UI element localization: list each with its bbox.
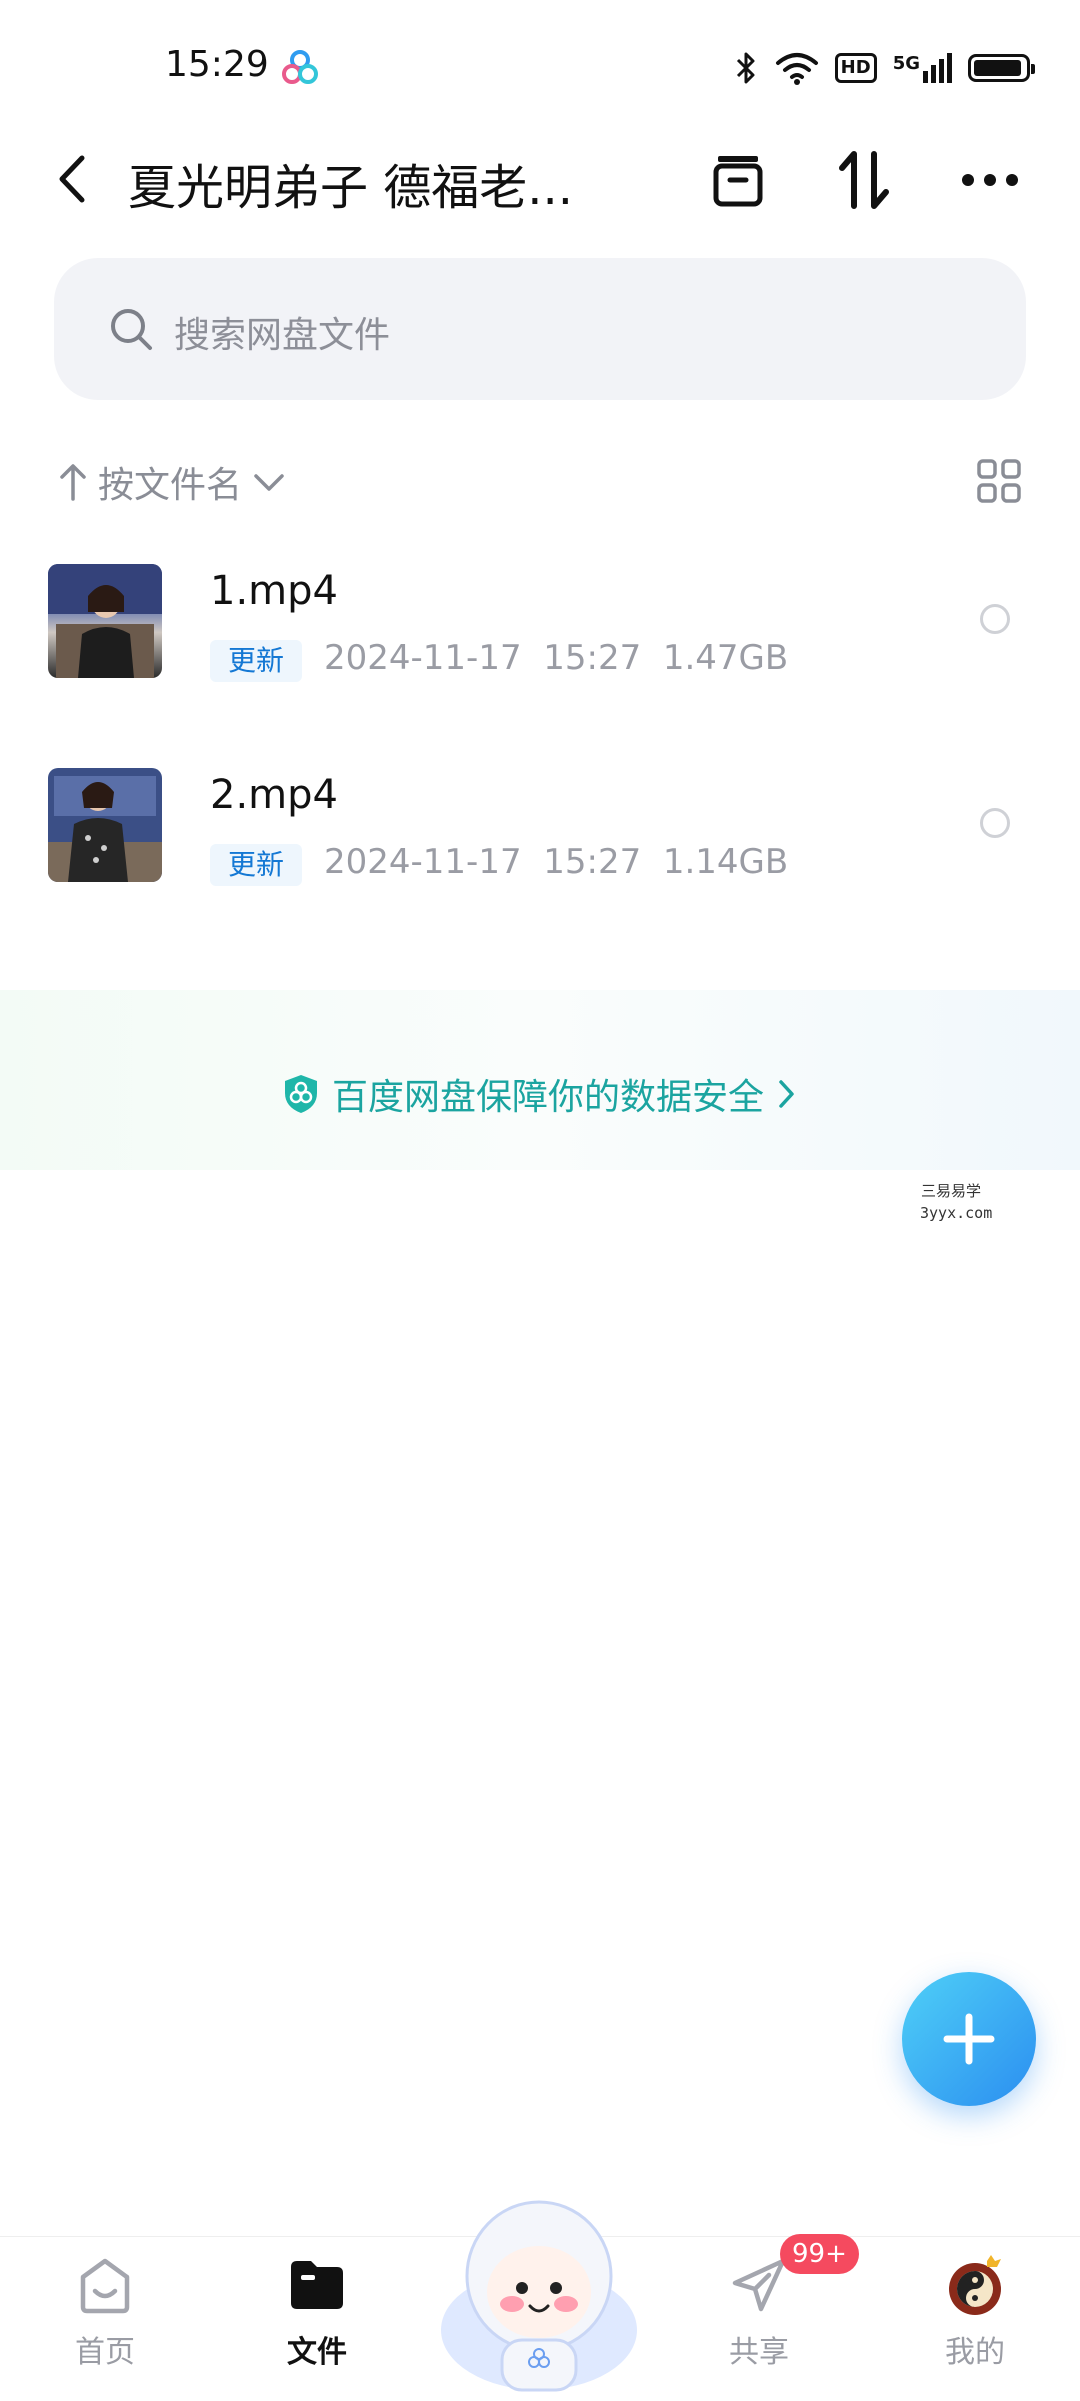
nav-profile[interactable]: 我的	[900, 2253, 1050, 2371]
plus-icon	[943, 2013, 995, 2065]
back-button[interactable]	[52, 152, 92, 206]
profile-icon	[949, 2255, 1001, 2315]
file-time: 15:27	[543, 638, 642, 678]
shield-icon	[285, 1075, 317, 1113]
banner-text: 百度网盘保障你的数据安全	[332, 1077, 765, 1118]
status-time: 15:29	[165, 44, 269, 85]
nav-files-label: 文件	[287, 2335, 347, 2370]
battery-icon	[968, 54, 1035, 82]
archive-button[interactable]	[702, 144, 774, 216]
watermark-url: 3yyx.com	[920, 1204, 993, 1222]
search-placeholder: 搜索网盘文件	[174, 315, 391, 356]
file-meta: 2024-11-17 15:27 1.47GB	[324, 638, 788, 678]
hd-indicator: HD	[834, 53, 877, 83]
more-button[interactable]	[954, 144, 1026, 216]
add-button[interactable]	[902, 1972, 1036, 2106]
notification-badge: 99+	[780, 2234, 859, 2274]
video-thumbnail	[48, 564, 162, 678]
video-thumbnail	[48, 768, 162, 882]
file-meta: 2024-11-17 15:27 1.14GB	[324, 842, 788, 882]
file-size: 1.47GB	[662, 638, 789, 678]
nav-home[interactable]: 首页	[30, 2253, 180, 2371]
file-time: 15:27	[543, 842, 642, 882]
nav-profile-label: 我的	[945, 2335, 1005, 2370]
folder-icon	[291, 2261, 343, 2309]
nav-files[interactable]: 文件	[242, 2253, 392, 2371]
arrow-up-icon	[60, 464, 86, 501]
search-icon	[111, 309, 152, 350]
baidu-netdisk-icon	[282, 50, 318, 84]
page-title: 夏光明弟子 德福老...	[128, 160, 574, 216]
status-indicators: HD 5G	[733, 46, 1035, 90]
archive-icon	[713, 156, 763, 207]
nav-home-label: 首页	[75, 2335, 135, 2370]
chevron-right-icon	[779, 1080, 794, 1108]
update-badge: 更新	[210, 844, 303, 886]
select-checkbox[interactable]	[980, 604, 1010, 634]
bluetooth-icon	[736, 52, 755, 84]
grid-view-icon[interactable]	[976, 458, 1022, 504]
sort-selector[interactable]: 按文件名	[58, 456, 286, 508]
file-row[interactable]: 2.mp4 更新 2024-11-17 15:27 1.14GB	[0, 744, 1080, 934]
transfer-icon	[839, 151, 889, 209]
nav-share-label: 共享	[729, 2335, 789, 2370]
chevron-down-icon	[254, 474, 284, 491]
file-date: 2024-11-17	[324, 842, 522, 882]
watermark-title: 三易易学	[921, 1182, 982, 1200]
wifi-icon	[775, 53, 818, 85]
transfer-button[interactable]	[828, 144, 900, 216]
mascot-icon[interactable]	[432, 2180, 646, 2394]
file-size: 1.14GB	[662, 842, 789, 882]
select-checkbox[interactable]	[980, 808, 1010, 838]
file-name: 2.mp4	[210, 772, 338, 818]
security-banner-link[interactable]: 百度网盘保障你的数据安全	[282, 1068, 796, 1120]
file-date: 2024-11-17	[324, 638, 522, 678]
more-icon	[962, 174, 1018, 186]
signal-5g-icon: 5G	[893, 53, 952, 83]
network-label: 5G	[892, 53, 920, 74]
update-badge: 更新	[210, 640, 303, 682]
file-row[interactable]: 1.mp4 更新 2024-11-17 15:27 1.47GB	[0, 540, 1080, 730]
file-name: 1.mp4	[210, 568, 338, 614]
home-icon	[80, 2258, 130, 2314]
sort-label: 按文件名	[98, 465, 243, 506]
